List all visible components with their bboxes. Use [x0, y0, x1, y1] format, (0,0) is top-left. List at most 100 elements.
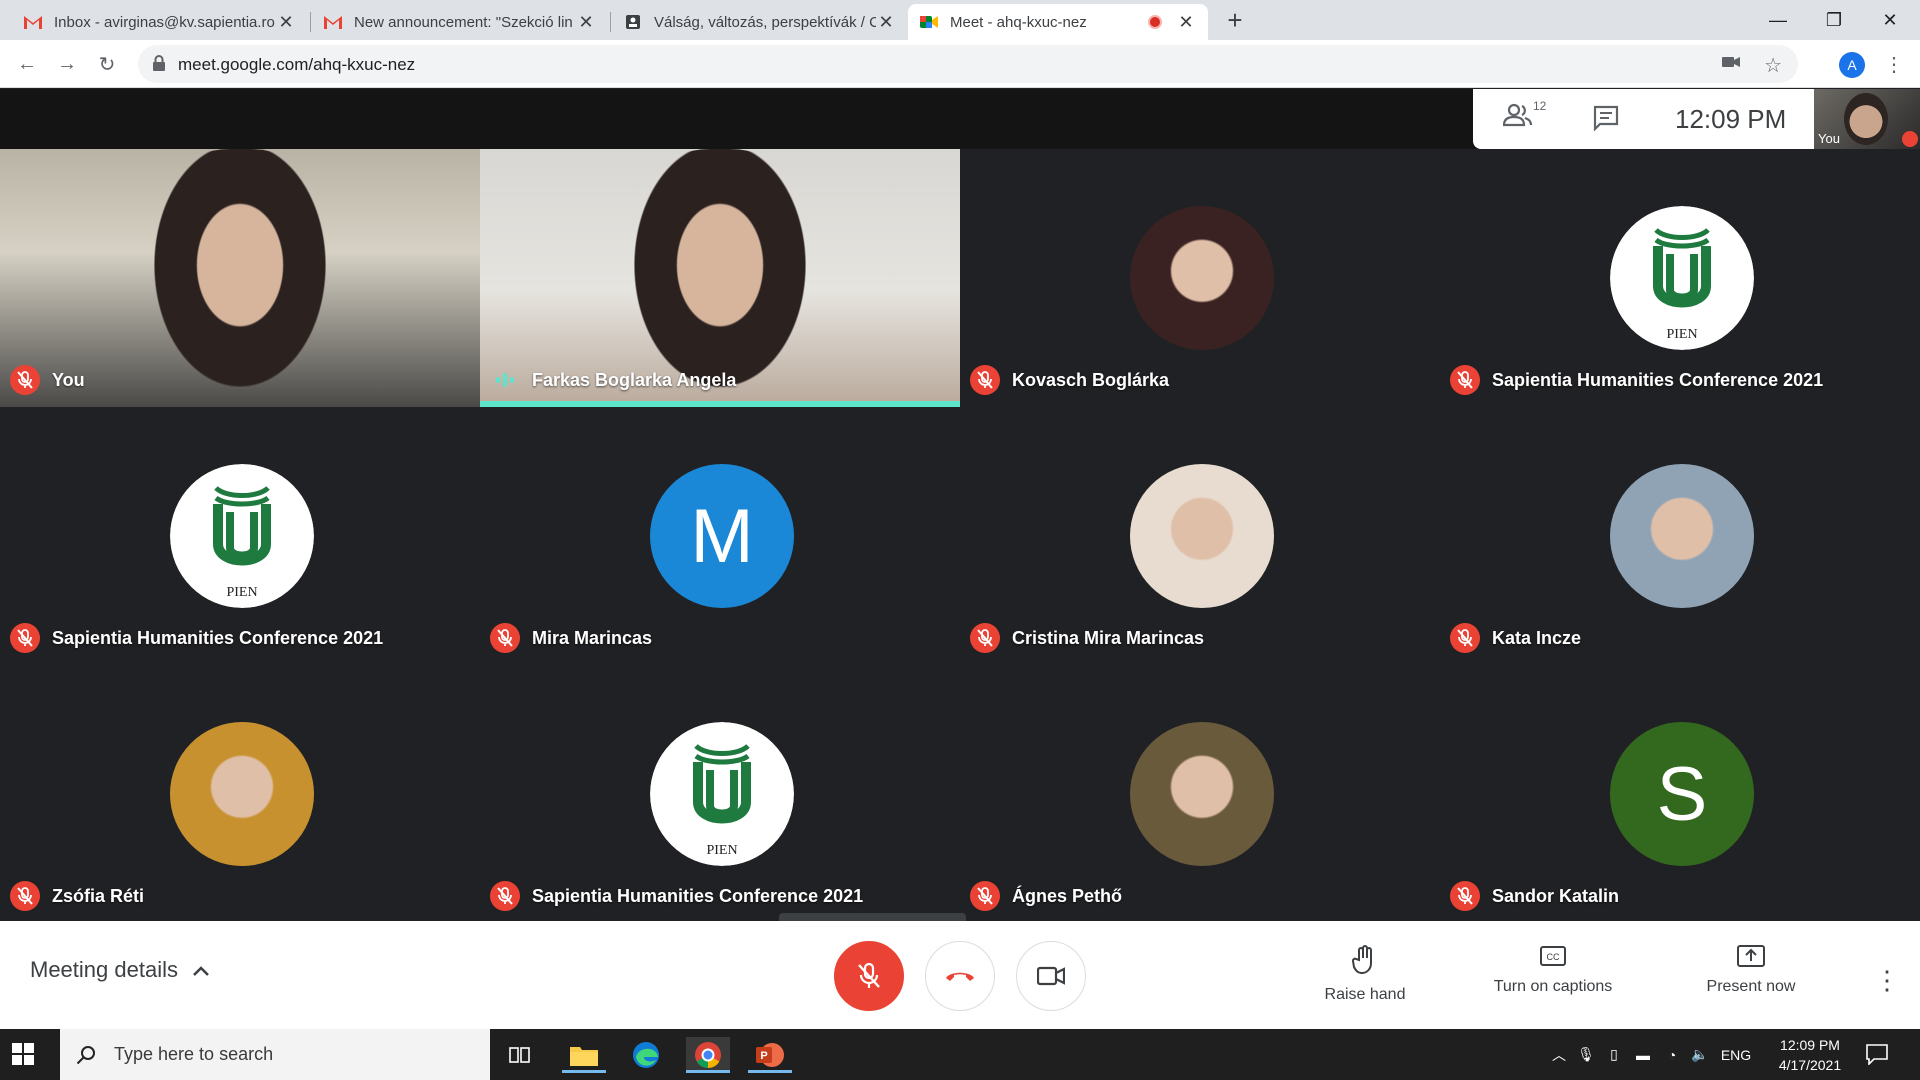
address-bar[interactable]: meet.google.com/ahq-kxuc-nez ☆: [138, 45, 1798, 83]
taskbar-clock[interactable]: 12:09 PM 4/17/2021: [1770, 1035, 1850, 1075]
participant-name: Sapientia Humanities Conference 2021: [532, 885, 864, 906]
taskbar-date: 4/17/2021: [1778, 1057, 1842, 1073]
meeting-details-button[interactable]: Meeting details: [30, 957, 210, 983]
participant-photo-avatar: [170, 722, 314, 866]
participant-name: Zsófia Réti: [52, 885, 145, 906]
svg-text:CC: CC: [1547, 952, 1560, 962]
muted-mic-icon: [10, 881, 40, 911]
notifications-icon[interactable]: [1866, 1043, 1888, 1070]
doc-icon: [624, 13, 642, 31]
participant-name: Sandor Katalin: [1492, 885, 1620, 906]
self-view-thumbnail[interactable]: You: [1814, 89, 1920, 149]
speaking-indicator-icon: [490, 365, 520, 395]
svg-text:PIEN: PIEN: [1666, 327, 1697, 342]
close-tab-icon[interactable]: ✕: [876, 12, 896, 33]
hang-up-icon: [946, 972, 974, 981]
meeting-controls-bar: Meeting details Raise hand CC Turn on ca…: [0, 921, 1920, 1029]
chevron-up-icon: [192, 957, 210, 983]
participant-tile[interactable]: PIEN Sapientia Humanities Conference 2021: [480, 665, 960, 923]
browser-toolbar: ← → ↻ meet.google.com/ahq-kxuc-nez ☆ A ⋮: [0, 40, 1920, 88]
file-explorer-icon[interactable]: [562, 1037, 606, 1073]
participant-tile[interactable]: Kovasch Boglárka: [960, 149, 1440, 407]
tab-gmail-inbox[interactable]: Inbox - avirginas@kv.sapientia.ro ✕: [12, 4, 308, 40]
edge-browser-icon[interactable]: [624, 1037, 668, 1073]
volume-icon[interactable]: 🔈: [1686, 1046, 1714, 1063]
captions-button[interactable]: CC Turn on captions: [1473, 945, 1633, 996]
new-tab-button[interactable]: +: [1220, 6, 1250, 36]
chrome-icon[interactable]: [686, 1037, 730, 1073]
mic-off-icon: [858, 962, 880, 988]
close-window-button[interactable]: ✕: [1862, 0, 1918, 40]
participant-tile[interactable]: PIEN Sapientia Humanities Conference 2021: [1440, 149, 1920, 407]
camera-icon: [1037, 966, 1065, 986]
participant-tile[interactable]: PIEN Sapientia Humanities Conference 2021: [0, 407, 480, 665]
microphone-tray-icon[interactable]: 🎙: [1572, 1046, 1600, 1063]
camera-toggle-button[interactable]: [1016, 941, 1086, 1011]
task-view-icon[interactable]: [498, 1037, 542, 1073]
conference-logo-avatar: PIEN: [170, 464, 314, 608]
participant-name-bar: Kovasch Boglárka: [970, 365, 1169, 395]
meeting-info-panel: 12 12:09 PM: [1473, 89, 1814, 149]
minimize-button[interactable]: —: [1750, 0, 1806, 40]
participant-name: Farkas Boglarka Angela: [532, 369, 737, 390]
participant-tile[interactable]: You: [0, 149, 480, 407]
chat-button[interactable]: [1593, 105, 1619, 136]
captions-icon: CC: [1540, 946, 1566, 966]
browser-menu-icon[interactable]: ⋮: [1884, 52, 1904, 77]
tab-meet[interactable]: Meet - ahq-kxuc-nez ✕: [908, 4, 1208, 40]
participant-name: Kata Incze: [1492, 627, 1582, 648]
svg-text:PIEN: PIEN: [226, 585, 257, 600]
participant-tile[interactable]: M Mira Marincas: [480, 407, 960, 665]
avatar-letter: M: [690, 493, 754, 579]
conference-logo-avatar: PIEN: [650, 722, 794, 866]
close-tab-icon[interactable]: ✕: [1176, 12, 1196, 33]
recording-dot-icon: [1148, 15, 1162, 29]
participant-tile[interactable]: S Sandor Katalin: [1440, 665, 1920, 923]
present-now-button[interactable]: Present now: [1671, 945, 1831, 996]
muted-mic-icon: [970, 881, 1000, 911]
participant-tile[interactable]: Zsófia Réti: [0, 665, 480, 923]
participant-tile[interactable]: Farkas Boglarka Angela: [480, 149, 960, 407]
people-button[interactable]: 12: [1502, 99, 1546, 132]
close-tab-icon[interactable]: ✕: [576, 12, 596, 33]
participant-tile[interactable]: Kata Incze: [1440, 407, 1920, 665]
windows-start-icon[interactable]: [12, 1043, 34, 1070]
taskbar-search-box[interactable]: Type here to search: [60, 1029, 490, 1080]
gmail-icon: [24, 13, 42, 31]
gmail-icon: [324, 13, 342, 31]
muted-mic-icon: [10, 623, 40, 653]
tab-gmail-announcement[interactable]: New announcement: "Szekció lin ✕: [312, 4, 608, 40]
battery-icon[interactable]: ▬: [1628, 1047, 1658, 1063]
close-tab-icon[interactable]: ✕: [276, 12, 296, 33]
reload-button[interactable]: ↻: [92, 49, 122, 79]
raise-hand-button[interactable]: Raise hand: [1285, 945, 1445, 1004]
people-icon: [1502, 103, 1533, 127]
captions-label: Turn on captions: [1493, 978, 1613, 995]
language-indicator[interactable]: ENG: [1714, 1047, 1758, 1063]
microphone-toggle-button[interactable]: [834, 941, 904, 1011]
restore-button[interactable]: ❐: [1806, 0, 1862, 40]
search-icon: [76, 1045, 95, 1064]
back-button[interactable]: ←: [12, 49, 42, 79]
participant-tile[interactable]: Cristina Mira Marincas: [960, 407, 1440, 665]
muted-mic-icon: [1450, 881, 1480, 911]
leave-call-button[interactable]: [925, 941, 995, 1011]
forward-button[interactable]: →: [52, 49, 82, 79]
tab-strip: Inbox - avirginas@kv.sapientia.ro ✕ New …: [0, 0, 1920, 40]
muted-mic-icon: [970, 623, 1000, 653]
more-options-icon[interactable]: ⋮: [1874, 965, 1900, 996]
profile-avatar[interactable]: A: [1839, 52, 1865, 78]
url-text: meet.google.com/ahq-kxuc-nez: [178, 55, 416, 74]
camera-permission-icon[interactable]: [1722, 55, 1740, 74]
powerpoint-icon[interactable]: P: [748, 1037, 792, 1073]
muted-mic-icon: [1450, 623, 1480, 653]
show-hidden-icons-icon[interactable]: ︿: [1546, 1045, 1572, 1065]
muted-mic-icon: [10, 365, 40, 395]
wifi-icon[interactable]: ◔: [1658, 1047, 1686, 1063]
usb-icon[interactable]: ▯: [1600, 1046, 1628, 1063]
windows-taskbar: Type here to search P ︿ 🎙 ▯ ▬ ◔ 🔈 ENG 12…: [0, 1029, 1920, 1080]
bookmark-star-icon[interactable]: ☆: [1764, 53, 1782, 78]
participant-tile[interactable]: Ágnes Pethő: [960, 665, 1440, 923]
tab-document[interactable]: Válság, változás, perspektívák / C ✕: [612, 4, 908, 40]
participant-name-bar: Sapientia Humanities Conference 2021: [490, 881, 863, 911]
